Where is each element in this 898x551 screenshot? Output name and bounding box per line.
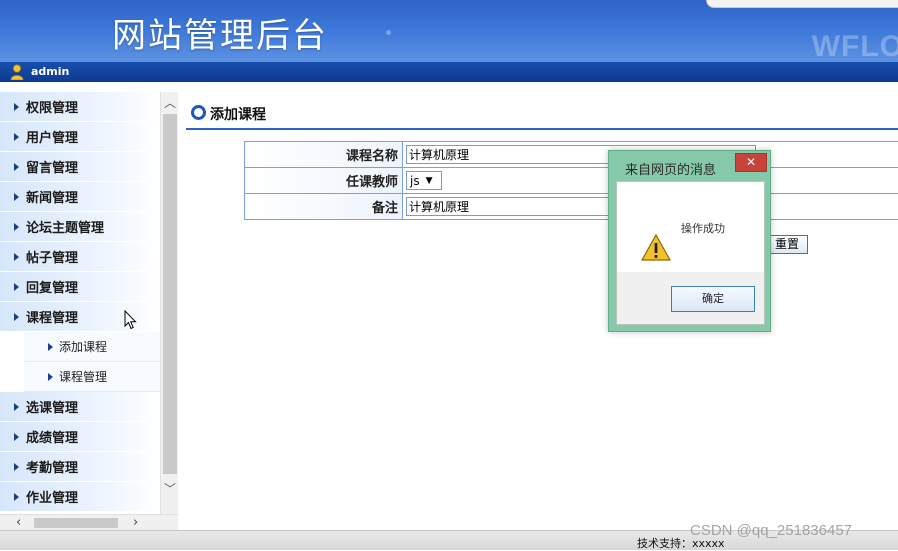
sidebar-vertical-scrollbar[interactable]: ︿ ﹀ <box>160 92 178 514</box>
reset-button[interactable]: 重置 <box>766 235 808 254</box>
sidebar-item-messages[interactable]: 留言管理 <box>0 152 160 182</box>
sidebar-item-label: 课程管理 <box>26 307 78 326</box>
sidebar-item-replies[interactable]: 回复管理 <box>0 272 160 302</box>
note-label: 备注 <box>245 194 403 220</box>
caret-right-icon <box>14 433 19 441</box>
caret-right-icon <box>14 103 19 111</box>
sidebar-subitem-add-course[interactable]: 添加课程 <box>24 332 160 362</box>
scroll-right-icon[interactable]: › <box>133 515 138 530</box>
sidebar-item-users[interactable]: 用户管理 <box>0 122 160 152</box>
header-banner: 网站管理后台 WFLO <box>0 0 898 62</box>
dialog-close-button[interactable]: ✕ <box>735 153 767 172</box>
warning-icon <box>641 234 671 261</box>
section-ring-icon <box>191 105 206 120</box>
sidebar-subitem-label: 添加课程 <box>59 338 107 355</box>
sidebar-item-label: 用户管理 <box>26 127 78 146</box>
content-header: 添加课程 <box>186 100 898 130</box>
top-notice <box>706 0 898 8</box>
scroll-left-icon[interactable]: ‹ <box>16 515 21 530</box>
form-row-teacher: 任课教师 js ▼ <box>245 168 898 194</box>
caret-right-icon <box>14 313 19 321</box>
dialog-ok-button[interactable]: 确定 <box>671 286 755 312</box>
sidebar-item-label: 帖子管理 <box>26 247 78 266</box>
user-bar: admin <box>0 62 898 82</box>
sidebar-item-course-selection[interactable]: 选课管理 <box>0 392 160 422</box>
course-name-label: 课程名称 <box>245 142 403 168</box>
caret-right-icon <box>14 193 19 201</box>
sidebar-item-label: 作业管理 <box>26 487 78 506</box>
chevron-down-icon: ▼ <box>426 176 433 186</box>
sidebar-subitem-label: 课程管理 <box>59 368 107 385</box>
sidebar-horizontal-scrollbar[interactable]: ‹ › <box>0 514 178 530</box>
sidebar-item-label: 留言管理 <box>26 157 78 176</box>
sidebar-item-posts[interactable]: 帖子管理 <box>0 242 160 272</box>
caret-right-icon <box>48 343 53 351</box>
caret-right-icon <box>14 463 19 471</box>
mouse-cursor-icon <box>124 310 138 330</box>
dialog-body: 操作成功 确定 <box>616 181 765 325</box>
form-row-note: 备注 计算机原理 <box>245 194 898 220</box>
sidebar-item-label: 论坛主题管理 <box>26 217 104 236</box>
caret-right-icon <box>14 133 19 141</box>
sidebar-item-label: 考勤管理 <box>26 457 78 476</box>
section-title: 添加课程 <box>210 104 266 124</box>
caret-right-icon <box>14 223 19 231</box>
scroll-down-icon[interactable]: ﹀ <box>164 484 176 494</box>
username: admin <box>31 65 69 78</box>
teacher-label: 任课教师 <box>245 168 403 194</box>
sidebar-item-news[interactable]: 新闻管理 <box>0 182 160 212</box>
sidebar-item-label: 成绩管理 <box>26 427 78 446</box>
user-icon <box>10 64 24 80</box>
sidebar-item-permissions[interactable]: 权限管理 <box>0 92 160 122</box>
site-title: 网站管理后台 <box>112 8 328 57</box>
sidebar-item-attendance[interactable]: 考勤管理 <box>0 452 160 482</box>
sidebar-item-grades[interactable]: 成绩管理 <box>0 422 160 452</box>
sidebar-item-forum-topics[interactable]: 论坛主题管理 <box>0 212 160 242</box>
alert-dialog: 来自网页的消息 ✕ 操作成功 确定 <box>608 150 771 332</box>
scroll-thumb[interactable] <box>163 114 177 474</box>
caret-right-icon <box>48 373 53 381</box>
scroll-up-icon[interactable]: ︿ <box>164 98 176 108</box>
sidebar-item-label: 选课管理 <box>26 397 78 416</box>
form-row-course-name: 课程名称 计算机原理 <box>245 142 898 168</box>
sidebar-item-label: 回复管理 <box>26 277 78 296</box>
csdn-watermark: CSDN @qq_251836457 <box>690 522 852 539</box>
teacher-select[interactable]: js ▼ <box>406 171 442 190</box>
dialog-message: 操作成功 <box>681 220 725 236</box>
brand-logo-text: WFLO <box>812 30 898 62</box>
scroll-thumb[interactable] <box>34 518 118 528</box>
teacher-select-value: js <box>410 174 420 188</box>
caret-right-icon <box>14 283 19 291</box>
caret-right-icon <box>14 163 19 171</box>
sidebar-menu: 权限管理 用户管理 留言管理 新闻管理 论坛主题管理 帖子管理 回复管理 课程管… <box>0 92 160 514</box>
caret-right-icon <box>14 403 19 411</box>
sidebar-item-label: 权限管理 <box>26 97 78 116</box>
caret-right-icon <box>14 253 19 261</box>
add-course-form: 课程名称 计算机原理 任课教师 js ▼ 备注 计算机原理 <box>244 141 898 220</box>
sidebar-subitem-course-management[interactable]: 课程管理 <box>24 362 160 392</box>
sidebar-item-homework[interactable]: 作业管理 <box>0 482 160 512</box>
caret-right-icon <box>14 493 19 501</box>
dialog-title: 来自网页的消息 <box>625 159 716 178</box>
sidebar-item-label: 新闻管理 <box>26 187 78 206</box>
decor-dot <box>386 30 391 35</box>
